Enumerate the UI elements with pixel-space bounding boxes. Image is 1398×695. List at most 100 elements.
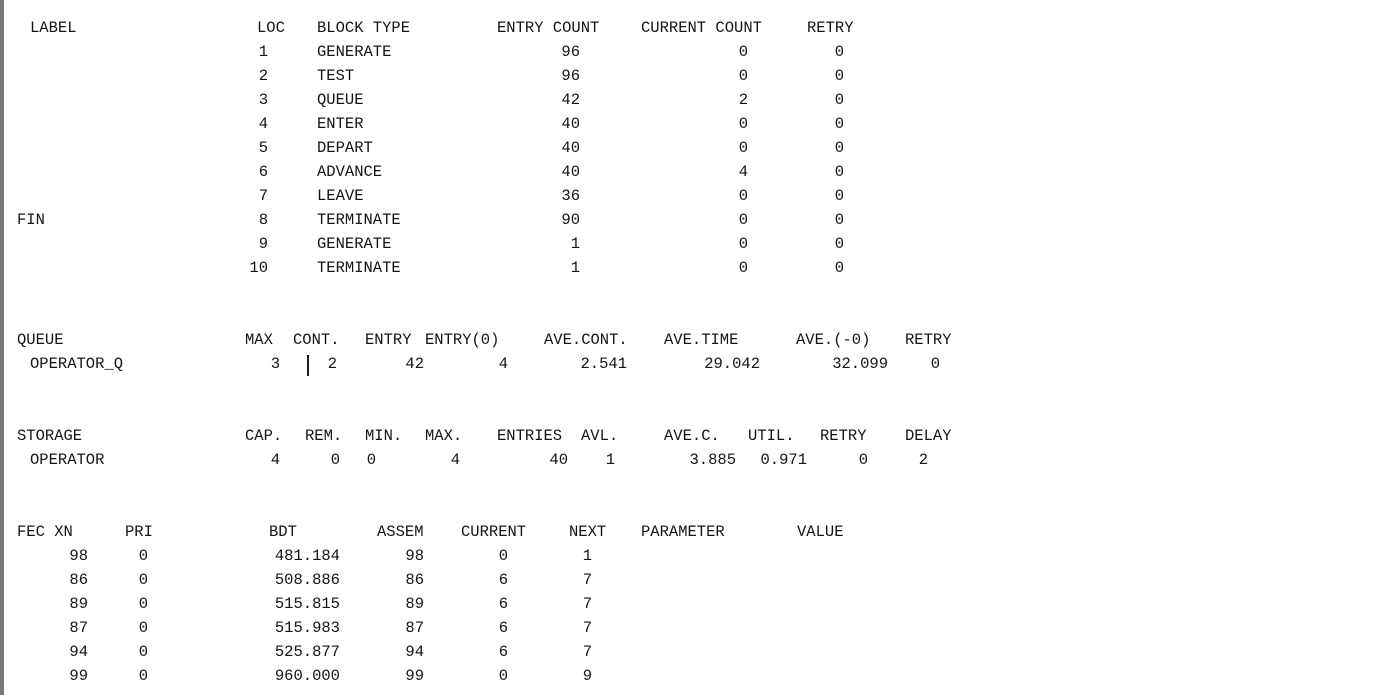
storage-retry: 0 xyxy=(858,451,868,469)
fec-pri: 0 xyxy=(138,619,148,637)
fec-xn-header: FEC XN xyxy=(17,523,73,541)
queue-entry: 42 xyxy=(405,355,424,373)
block-loc: 7 xyxy=(258,187,268,205)
block-type: TEST xyxy=(317,67,355,85)
fec-bdt: 515.815 xyxy=(274,595,340,613)
block-loc: 9 xyxy=(258,235,268,253)
block-current-count: 0 xyxy=(738,235,748,253)
cap-header: CAP. xyxy=(245,427,283,445)
fec-xn: 89 xyxy=(69,595,88,613)
queue-entry0: 4 xyxy=(498,355,508,373)
max-header: MAX xyxy=(245,331,273,349)
block-retry: 0 xyxy=(834,115,844,133)
ave-cont-header: AVE.CONT. xyxy=(544,331,628,349)
block-retry: 0 xyxy=(834,235,844,253)
block-current-count: 0 xyxy=(738,115,748,133)
retry-header: RETRY xyxy=(820,427,867,445)
queue-max: 3 xyxy=(270,355,280,373)
queue-cont: 2 xyxy=(327,355,337,373)
block-row: 5 DEPART 40 0 0 xyxy=(0,136,1390,160)
fec-current: 6 xyxy=(498,595,508,613)
fec-row: 89 0 515.815 89 6 7 xyxy=(0,592,1390,616)
block-loc: 6 xyxy=(258,163,268,181)
block-loc: 4 xyxy=(258,115,268,133)
fec-current: 6 xyxy=(498,571,508,589)
block-entry-count: 96 xyxy=(561,67,580,85)
fec-bdt: 525.877 xyxy=(274,643,340,661)
block-current-count: 0 xyxy=(738,139,748,157)
storage-header: STORAGE xyxy=(17,427,83,445)
block-table-header: LABEL LOC BLOCK TYPE ENTRY COUNT CURRENT COU… xyxy=(0,16,1390,40)
fec-current: 6 xyxy=(498,619,508,637)
storage-ave-c: 3.885 xyxy=(689,451,736,469)
fec-xn: 99 xyxy=(69,667,88,685)
block-row: 7 LEAVE 36 0 0 xyxy=(0,184,1390,208)
ave-minus0-header: AVE.(-0) xyxy=(796,331,871,349)
block-row: 1 GENERATE 96 0 0 xyxy=(0,40,1390,64)
value-header: VALUE xyxy=(797,523,844,541)
block-current-count: 0 xyxy=(738,67,748,85)
block-loc: 8 xyxy=(258,211,268,229)
storage-row: OPERATOR 4 0 0 4 40 1 3.885 0.971 0 2 xyxy=(0,448,1390,472)
block-type: QUEUE xyxy=(317,91,364,109)
max-header: MAX. xyxy=(425,427,463,445)
block-entry-count: 40 xyxy=(561,163,580,181)
storage-avl: 1 xyxy=(605,451,615,469)
block-entry-count: 1 xyxy=(570,259,580,277)
block-loc: 2 xyxy=(258,67,268,85)
block-row: 10 TERMINATE 1 0 0 xyxy=(0,256,1390,280)
fec-pri: 0 xyxy=(138,643,148,661)
block-row: 4 ENTER 40 0 0 xyxy=(0,112,1390,136)
label-header: LABEL xyxy=(30,19,77,37)
block-retry: 0 xyxy=(834,163,844,181)
assem-header: ASSEM xyxy=(377,523,424,541)
block-type: ADVANCE xyxy=(317,163,383,181)
fec-bdt: 481.184 xyxy=(274,547,340,565)
current-header: CURRENT xyxy=(461,523,527,541)
block-type: DEPART xyxy=(317,139,373,157)
parameter-header: PARAMETER xyxy=(641,523,725,541)
block-loc: 1 xyxy=(258,43,268,61)
block-retry: 0 xyxy=(834,211,844,229)
retry-header: RETRY xyxy=(905,331,952,349)
fec-xn: 87 xyxy=(69,619,88,637)
fec-row: 99 0 960.000 99 0 9 xyxy=(0,664,1390,688)
fec-next: 7 xyxy=(582,619,592,637)
queue-ave-cont: 2.541 xyxy=(580,355,627,373)
block-retry: 0 xyxy=(834,259,844,277)
avl-header: AVL. xyxy=(581,427,619,445)
block-entry-count: 36 xyxy=(561,187,580,205)
block-loc: 5 xyxy=(258,139,268,157)
queue-ave-minus0: 32.099 xyxy=(832,355,888,373)
block-retry: 0 xyxy=(834,91,844,109)
fec-pri: 0 xyxy=(138,595,148,613)
fec-row: 94 0 525.877 94 6 7 xyxy=(0,640,1390,664)
block-retry: 0 xyxy=(834,43,844,61)
block-current-count: 4 xyxy=(738,163,748,181)
block-entry-count: 42 xyxy=(561,91,580,109)
block-entry-count: 1 xyxy=(570,235,580,253)
block-current-count: 0 xyxy=(738,211,748,229)
fec-assem: 94 xyxy=(405,643,424,661)
block-entry-count: 96 xyxy=(561,43,580,61)
block-type: LEAVE xyxy=(317,187,364,205)
fec-assem: 98 xyxy=(405,547,424,565)
fec-xn: 94 xyxy=(69,643,88,661)
queue-header: QUEUE xyxy=(17,331,64,349)
storage-max: 4 xyxy=(450,451,460,469)
block-row: 3 QUEUE 42 2 0 xyxy=(0,88,1390,112)
storage-rem: 0 xyxy=(330,451,340,469)
fec-assem: 99 xyxy=(405,667,424,685)
block-type: TERMINATE xyxy=(317,259,401,277)
block-loc: 3 xyxy=(258,91,268,109)
fec-bdt: 508.886 xyxy=(274,571,340,589)
retry-header: RETRY xyxy=(807,19,854,37)
queue-retry: 0 xyxy=(930,355,940,373)
pri-header: PRI xyxy=(125,523,153,541)
storage-table-header: STORAGE CAP. REM. MIN. MAX. ENTRIES AVL. AVE.C.… xyxy=(0,424,1390,448)
queue-row: OPERATOR_Q 3 2 42 4 2.541 29.042 32.099 0 xyxy=(0,352,1390,376)
fec-next: 7 xyxy=(582,595,592,613)
block-row: 6 ADVANCE 40 4 0 xyxy=(0,160,1390,184)
queue-name: OPERATOR_Q xyxy=(30,355,124,373)
next-header: NEXT xyxy=(569,523,607,541)
